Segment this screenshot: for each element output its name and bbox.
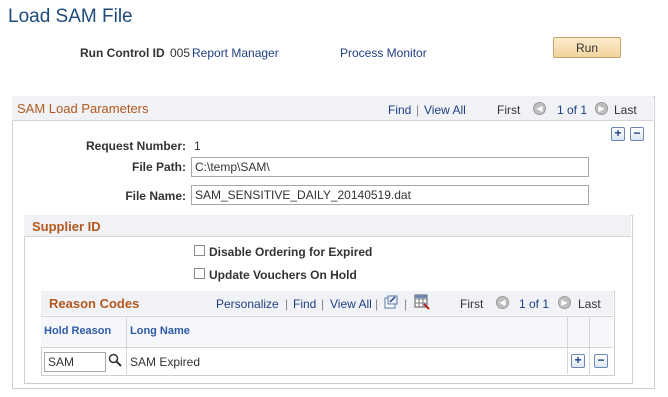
request-number-value: 1 <box>194 139 201 153</box>
params-separator: | <box>416 103 420 117</box>
supplier-id-title: Supplier ID <box>32 219 101 234</box>
col-long-name[interactable]: Long Name <box>130 325 190 337</box>
params-find-link[interactable]: Find <box>388 103 411 117</box>
grid-delete-row-icon[interactable]: − <box>594 354 608 368</box>
request-number-label: Request Number: <box>85 139 186 153</box>
delete-row-icon[interactable]: − <box>630 127 644 141</box>
grid-find-link[interactable]: Find <box>293 297 316 311</box>
page-title: Load SAM File <box>8 6 133 27</box>
column-divider <box>589 316 590 374</box>
lookup-icon[interactable] <box>108 353 122 367</box>
column-divider <box>567 316 568 374</box>
params-first-label: First <box>497 103 521 117</box>
personalize-link[interactable]: Personalize <box>216 297 279 311</box>
update-vouchers-label: Update Vouchers On Hold <box>209 268 357 282</box>
file-name-label: File Name: <box>125 189 186 203</box>
grid-view-all-link[interactable]: View All <box>330 297 372 311</box>
grid-separator-2: | <box>321 297 325 311</box>
report-manager-link[interactable]: Report Manager <box>192 46 279 60</box>
file-path-label: File Path: <box>131 160 186 174</box>
params-view-all-link[interactable]: View All <box>424 103 466 117</box>
column-divider <box>126 316 127 374</box>
disable-ordering-label: Disable Ordering for Expired <box>209 245 373 259</box>
grid-next-nav-icon[interactable]: ▶ <box>558 296 571 309</box>
add-row-icon[interactable]: + <box>611 127 625 141</box>
zoom-icon[interactable] <box>384 295 398 309</box>
long-name-value: SAM Expired <box>130 355 201 369</box>
run-button[interactable]: Run <box>553 37 621 58</box>
grid-prev-nav-icon[interactable]: ◀ <box>496 296 509 309</box>
sam-load-parameters-title: SAM Load Parameters <box>17 101 149 116</box>
run-control-label: Run Control ID <box>80 46 165 60</box>
grid-last-label: Last <box>578 297 601 311</box>
params-last-label: Last <box>614 103 637 117</box>
grid-separator-1: | <box>285 297 289 311</box>
col-hold-reason[interactable]: Hold Reason <box>44 325 111 337</box>
file-path-input[interactable] <box>191 157 589 177</box>
process-monitor-link[interactable]: Process Monitor <box>340 46 427 60</box>
grid-add-row-icon[interactable]: + <box>571 354 585 368</box>
grid-separator-3: | <box>375 297 379 311</box>
file-name-input[interactable] <box>191 185 589 205</box>
reason-codes-title: Reason Codes <box>49 296 140 311</box>
supplier-id-header <box>24 215 631 237</box>
next-nav-icon[interactable]: ▶ <box>595 102 608 115</box>
disable-ordering-checkbox[interactable] <box>194 245 205 256</box>
grid-page-info: 1 of 1 <box>519 297 550 311</box>
hold-reason-input[interactable] <box>44 352 106 372</box>
download-icon[interactable] <box>414 294 430 310</box>
grid-first-label: First <box>460 297 484 311</box>
prev-nav-icon[interactable]: ◀ <box>533 102 546 115</box>
grid-separator-4: | <box>404 297 408 311</box>
params-page-info: 1 of 1 <box>557 103 588 117</box>
run-control-value: 005 <box>170 46 191 60</box>
update-vouchers-checkbox[interactable] <box>194 268 205 279</box>
